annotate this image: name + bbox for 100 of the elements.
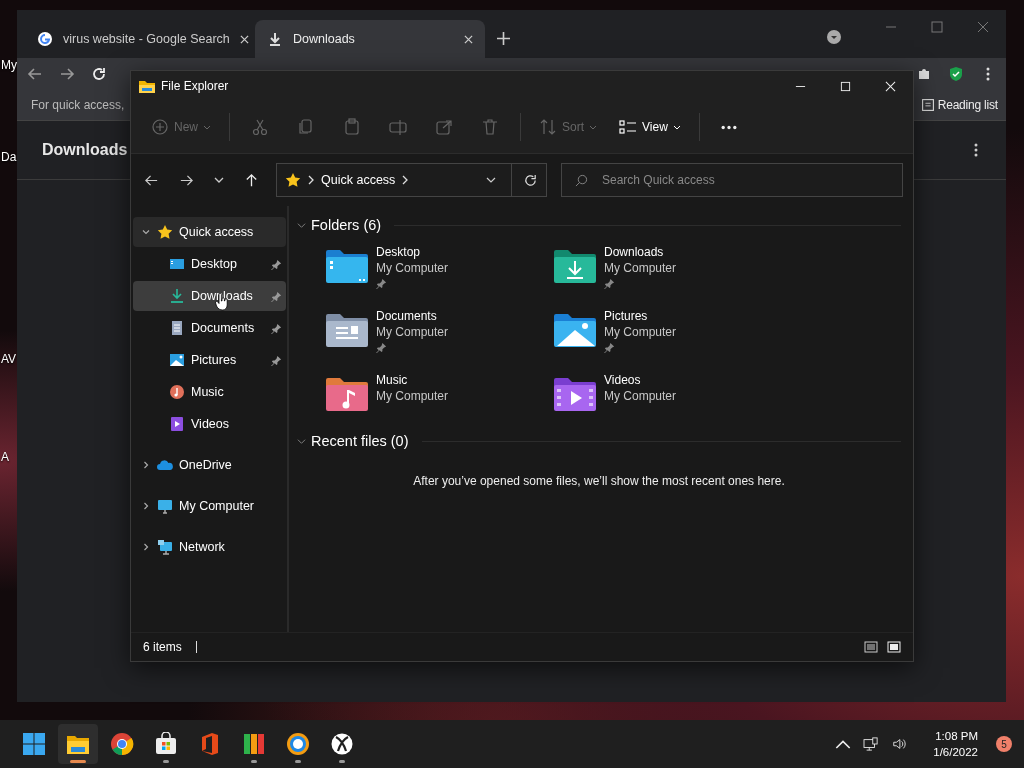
monitor-icon xyxy=(157,498,173,514)
browser-tab[interactable]: virus website - Google Search xyxy=(25,20,255,58)
music-icon xyxy=(169,384,185,400)
folder-name: Pictures xyxy=(604,308,649,324)
folder-icon[interactable] xyxy=(325,312,369,348)
folder-icon[interactable] xyxy=(325,248,369,284)
pin-icon[interactable] xyxy=(271,258,282,270)
sidebar-item[interactable]: Documents xyxy=(133,313,286,343)
chevron-down-icon xyxy=(203,124,211,130)
up-icon[interactable] xyxy=(244,172,259,188)
folder-icon[interactable] xyxy=(325,376,369,412)
windows-logo-icon xyxy=(22,732,46,756)
sidebar-item[interactable]: OneDrive xyxy=(133,450,286,480)
folder-location: My Computer xyxy=(604,260,677,276)
empty-message: After you’ve opened some files, we’ll show the most recent ones here. xyxy=(412,473,786,490)
sidebar-item[interactable]: Pictures xyxy=(133,345,286,375)
toolbar-icon xyxy=(251,118,269,136)
folder-location: My Computer xyxy=(604,388,677,404)
section-title: Recent files (0) xyxy=(311,433,409,449)
folder-name: Desktop xyxy=(376,244,422,260)
toolbar-icon xyxy=(539,118,557,136)
sidebar-item[interactable]: Music xyxy=(133,377,286,407)
star-icon xyxy=(157,224,173,240)
desktop-icon-label: Da xyxy=(1,150,17,164)
network-icon xyxy=(157,539,173,555)
chevron-icon[interactable] xyxy=(141,501,151,511)
reload-icon[interactable] xyxy=(91,66,107,82)
chevron-icon xyxy=(308,175,314,185)
notification-badge[interactable]: 5 xyxy=(996,736,1012,752)
item-count: 6 items xyxy=(143,640,182,654)
chevron-icon[interactable] xyxy=(141,460,151,470)
reading-list-icon xyxy=(921,99,934,111)
chevron-icon[interactable] xyxy=(297,436,306,446)
chevron-down-icon xyxy=(672,124,681,130)
taskbar-app[interactable] xyxy=(58,724,98,764)
folder-icon[interactable] xyxy=(553,312,597,348)
close-icon[interactable] xyxy=(239,34,249,44)
pin-icon[interactable] xyxy=(271,290,282,302)
folder-name: Music xyxy=(376,372,409,388)
chevron-icon[interactable] xyxy=(141,542,151,552)
recent-locations-icon[interactable] xyxy=(214,177,224,183)
window-title: File Explorer xyxy=(161,79,229,93)
desktop-icon xyxy=(169,256,185,272)
desktop-icon-label: My xyxy=(1,58,17,72)
sidebar-item[interactable]: Downloads xyxy=(133,281,286,311)
chevron-icon[interactable] xyxy=(297,220,306,230)
folder-location: My Computer xyxy=(604,324,677,340)
star-icon xyxy=(285,172,301,188)
sidebar-item[interactable]: My Computer xyxy=(133,491,286,521)
sidebar-item[interactable]: Network xyxy=(133,532,286,562)
close-icon[interactable] xyxy=(464,34,473,44)
download-icon xyxy=(267,31,283,47)
toolbar-icon xyxy=(435,118,453,136)
pin-icon[interactable] xyxy=(271,322,282,334)
new-tab-icon[interactable] xyxy=(497,32,510,45)
reading-list-link[interactable]: Reading list xyxy=(937,98,998,112)
sidebar-item[interactable]: Videos xyxy=(133,409,286,439)
browser-tab[interactable]: Downloads xyxy=(255,20,485,58)
chevron-icon[interactable] xyxy=(141,227,151,237)
details-view-icon[interactable] xyxy=(864,641,878,653)
folder-name: Downloads xyxy=(604,244,665,260)
shopping-bag-icon xyxy=(154,732,178,756)
refresh-icon[interactable] xyxy=(523,172,538,188)
bookmarks-hint: For quick access, xyxy=(31,98,125,112)
clock[interactable]: 1:08 PM 1/6/2022 xyxy=(933,728,978,760)
section-title: Folders (6) xyxy=(311,217,382,233)
xbox-icon xyxy=(330,732,354,756)
volume-icon[interactable] xyxy=(891,737,908,751)
page-title: Downloads xyxy=(42,141,128,159)
pictures-icon xyxy=(169,352,185,368)
toolbar-icon xyxy=(343,118,361,136)
folder-location: My Computer xyxy=(376,324,449,340)
toolbar-icon xyxy=(481,118,499,136)
folder-name: Documents xyxy=(376,308,438,324)
toolbar-icon xyxy=(389,118,407,136)
pin-icon[interactable] xyxy=(271,354,282,366)
toolbar-icon xyxy=(151,118,169,136)
view-button[interactable]: View xyxy=(611,111,689,143)
sidebar-item[interactable]: Desktop xyxy=(133,249,286,279)
google-icon xyxy=(37,31,53,47)
address-bar[interactable]: Quick access xyxy=(276,163,547,197)
folder-icon xyxy=(139,79,155,93)
folder-name: Videos xyxy=(604,372,642,388)
toolbar-icon xyxy=(619,118,638,136)
folder-location: My Computer xyxy=(376,260,449,276)
network-icon[interactable] xyxy=(863,737,880,751)
more-icon[interactable] xyxy=(719,124,738,130)
folder-icon[interactable] xyxy=(553,376,597,412)
download-icon xyxy=(169,288,185,304)
dropdown-icon[interactable] xyxy=(486,177,496,183)
search-field[interactable]: Search Quick access xyxy=(561,163,903,197)
chevron-icon xyxy=(402,175,409,185)
cloud-icon xyxy=(157,457,173,473)
folder-icon[interactable] xyxy=(553,248,597,284)
documents-icon xyxy=(169,320,185,336)
videos-icon xyxy=(169,416,185,432)
tab-search-icon[interactable] xyxy=(826,29,842,45)
tiles-view-icon[interactable] xyxy=(887,641,901,653)
sidebar-item[interactable]: Quick access xyxy=(133,217,286,247)
folder-location: My Computer xyxy=(376,388,449,404)
